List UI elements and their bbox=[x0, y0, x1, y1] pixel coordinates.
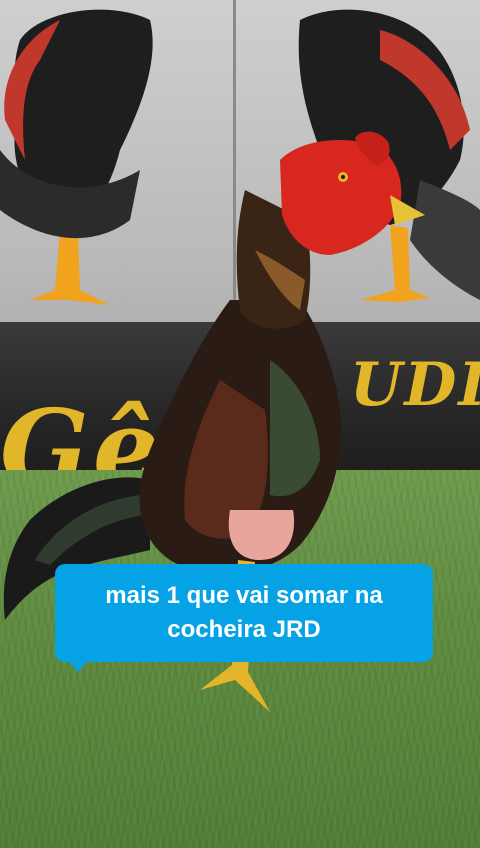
caption-text: mais 1 que vai somar na cocheira JRD bbox=[105, 582, 383, 643]
caption-bubble: mais 1 que vai somar na cocheira JRD bbox=[55, 564, 433, 662]
caption-bubble-tail bbox=[66, 658, 90, 672]
video-frame: UDIC Gê os mais 1 que vai somar na coche… bbox=[0, 0, 480, 848]
rooster-photo bbox=[3, 131, 425, 712]
